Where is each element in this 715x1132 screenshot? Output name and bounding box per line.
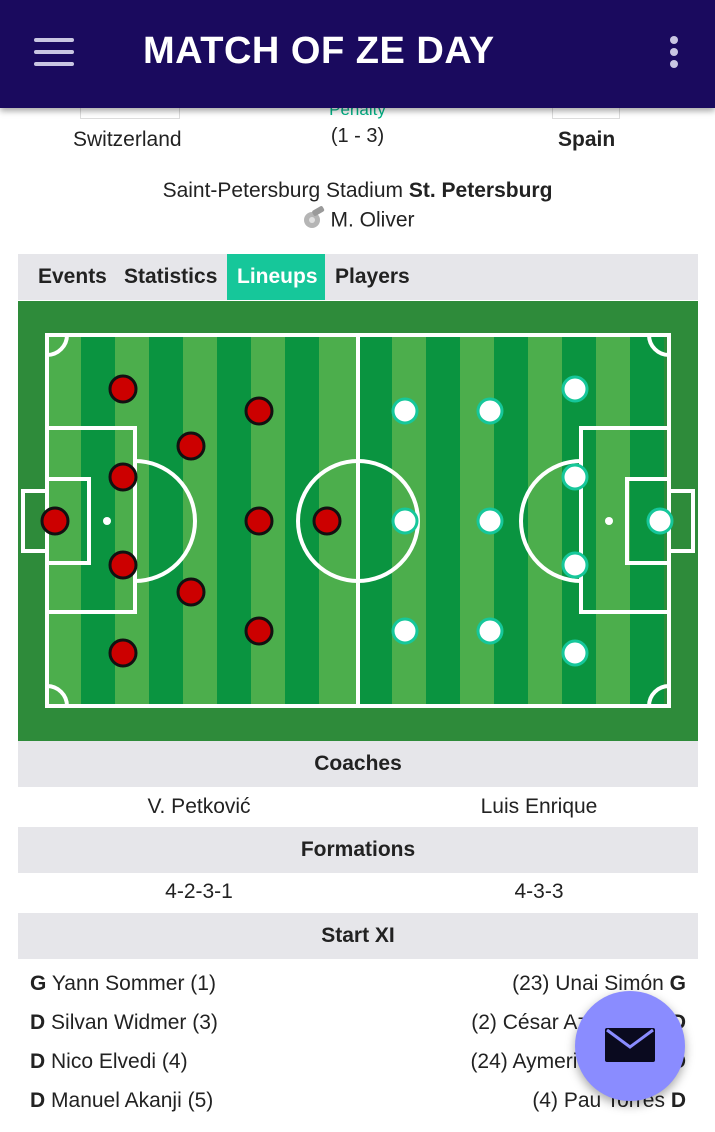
home-player-marker <box>244 616 274 646</box>
away-player-marker <box>476 507 504 535</box>
venue-city: St. Petersburg <box>408 179 553 202</box>
home-player-marker <box>176 431 206 461</box>
away-player-marker <box>391 397 419 425</box>
tab-events[interactable]: Events <box>28 254 117 300</box>
tab-statistics[interactable]: Statistics <box>114 254 227 300</box>
away-player-marker <box>391 617 419 645</box>
away-player-marker <box>561 639 589 667</box>
away-player-marker <box>561 463 589 491</box>
menu-icon[interactable] <box>34 38 74 68</box>
away-coach: Luis Enrique <box>480 795 598 818</box>
away-player-marker <box>646 507 674 535</box>
venue: Saint-Petersburg Stadium St. Petersburg <box>0 179 715 203</box>
home-player[interactable]: D Silvan Widmer (3) <box>30 1011 218 1035</box>
home-player[interactable]: D Manuel Akanji (5) <box>30 1089 213 1113</box>
home-player-marker <box>108 462 138 492</box>
app-title: MATCH OF ZE DAY <box>143 30 495 72</box>
start-xi-heading: Start XI <box>18 913 698 959</box>
whistle-icon <box>301 205 327 237</box>
tab-lineups[interactable]: Lineups <box>227 254 325 300</box>
away-player-marker <box>561 551 589 579</box>
away-player-marker <box>391 507 419 535</box>
envelope-icon <box>605 1028 655 1062</box>
lineup-pitch <box>18 301 698 743</box>
referee-name: M. Oliver <box>330 208 415 232</box>
formations-heading: Formations <box>18 827 698 873</box>
home-player-marker <box>108 550 138 580</box>
home-player-marker <box>40 506 70 536</box>
away-player-marker <box>561 375 589 403</box>
away-player[interactable]: (23) Unai Simón G <box>512 972 686 996</box>
message-fab-button[interactable] <box>575 991 685 1101</box>
tab-bar: Events Statistics Lineups Players <box>18 254 698 300</box>
home-player[interactable]: D Nico Elvedi (4) <box>30 1050 188 1074</box>
coaches-heading: Coaches <box>18 741 698 787</box>
more-options-icon[interactable] <box>666 36 682 72</box>
referee: M. Oliver <box>0 205 715 237</box>
home-formation: 4-2-3-1 <box>165 880 233 903</box>
home-player-marker <box>108 638 138 668</box>
tab-players[interactable]: Players <box>325 254 420 300</box>
away-player-marker <box>476 397 504 425</box>
app-bar: MATCH OF ZE DAY <box>0 0 715 108</box>
home-player-marker <box>176 577 206 607</box>
home-player-marker <box>108 374 138 404</box>
home-coach: V. Petković <box>147 795 251 818</box>
home-player[interactable]: G Yann Sommer (1) <box>30 972 216 996</box>
away-player-marker <box>476 617 504 645</box>
away-formation: 4-3-3 <box>514 880 564 903</box>
home-player-marker <box>244 396 274 426</box>
pitch-field <box>21 333 695 708</box>
home-player-marker <box>244 506 274 536</box>
away-team-name: Spain <box>558 128 616 151</box>
home-player-marker <box>312 506 342 536</box>
venue-stadium: Saint-Petersburg Stadium <box>162 179 404 202</box>
